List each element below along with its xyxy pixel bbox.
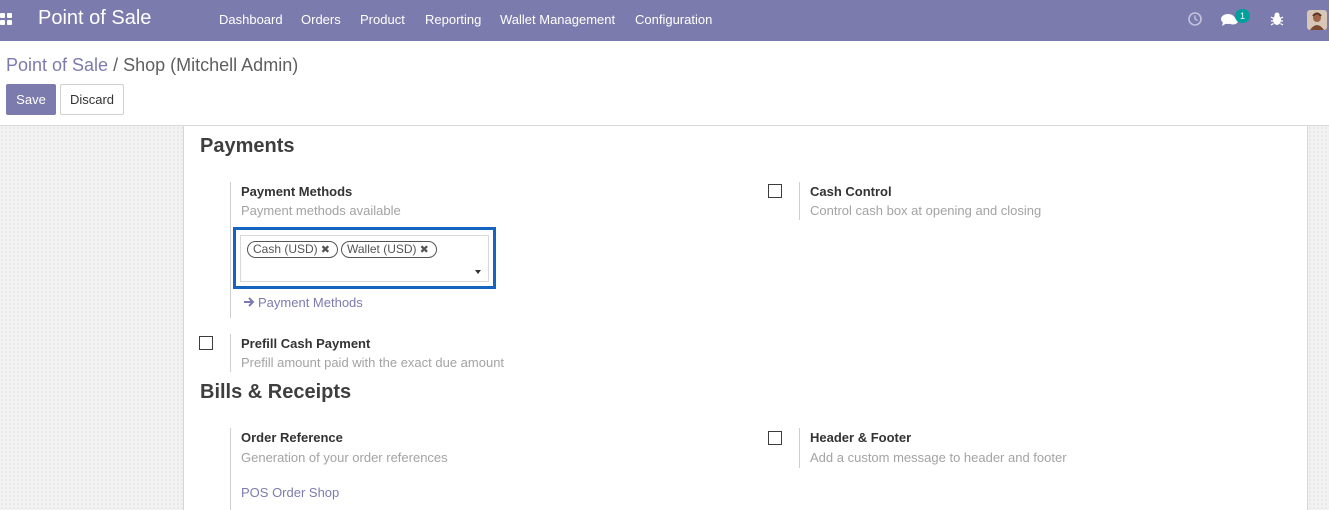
- payment-methods-label: Payment Methods: [241, 184, 353, 199]
- apps-grid-icon[interactable]: [0, 13, 13, 26]
- menu-reporting[interactable]: Reporting: [425, 12, 481, 27]
- top-navbar: Point of Sale Dashboard Orders Product R…: [0, 0, 1329, 41]
- remove-tag-icon[interactable]: ✖: [321, 244, 330, 256]
- breadcrumb-current: Shop (Mitchell Admin): [123, 55, 299, 75]
- section-title-payments: Payments: [200, 135, 295, 157]
- payment-methods-link[interactable]: Payment Methods: [258, 295, 363, 310]
- menu-orders[interactable]: Orders: [301, 12, 341, 27]
- cash-control-checkbox[interactable]: [768, 184, 782, 198]
- breadcrumb-root-link[interactable]: Point of Sale: [6, 55, 108, 75]
- setting-divider: [799, 428, 800, 468]
- payment-methods-help: Payment methods available: [241, 203, 401, 218]
- header-footer-checkbox[interactable]: [768, 431, 782, 445]
- order-reference-value[interactable]: POS Order Shop: [241, 485, 339, 500]
- bug-icon[interactable]: [1268, 10, 1288, 30]
- header-footer-label: Header & Footer: [810, 430, 912, 445]
- user-avatar[interactable]: [1307, 10, 1327, 30]
- app-title[interactable]: Point of Sale: [38, 7, 151, 30]
- order-reference-label: Order Reference: [241, 430, 343, 445]
- prefill-cash-payment-help: Prefill amount paid with the exact due a…: [241, 355, 505, 370]
- tag-label: Wallet (USD): [347, 242, 417, 256]
- save-button[interactable]: Save: [6, 84, 56, 115]
- tag-label: Cash (USD): [253, 242, 318, 256]
- breadcrumb: Point of Sale / Shop (Mitchell Admin): [6, 55, 298, 76]
- cash-control-label: Cash Control: [810, 184, 892, 199]
- setting-divider: [230, 428, 231, 510]
- header-footer-help: Add a custom message to header and foote…: [810, 450, 1067, 465]
- setting-divider: [799, 182, 800, 220]
- prefill-cash-payment-label: Prefill Cash Payment: [241, 336, 371, 351]
- setting-divider: [230, 182, 231, 318]
- order-reference-help: Generation of your order references: [241, 450, 448, 465]
- dropdown-caret-icon[interactable]: [475, 270, 481, 274]
- breadcrumb-separator-text: /: [113, 55, 119, 75]
- arrow-right-icon: [244, 297, 255, 307]
- section-title-bills-receipts: Bills & Receipts: [200, 381, 352, 403]
- setting-divider: [230, 334, 231, 372]
- breadcrumb-separator: /: [113, 55, 123, 75]
- prefill-cash-payment-checkbox[interactable]: [199, 336, 213, 350]
- tag-chip: Wallet (USD) ✖: [341, 241, 437, 258]
- messages-count-badge: 1: [1235, 9, 1250, 23]
- remove-tag-icon[interactable]: ✖: [420, 244, 429, 256]
- cash-control-help: Control cash box at opening and closing: [810, 203, 1042, 218]
- menu-dashboard[interactable]: Dashboard: [219, 12, 283, 27]
- menu-product[interactable]: Product: [360, 12, 405, 27]
- payment-methods-field[interactable]: Cash (USD) ✖ Wallet (USD) ✖: [240, 235, 489, 282]
- menu-wallet-management[interactable]: Wallet Management: [500, 12, 615, 27]
- menu-configuration[interactable]: Configuration: [635, 12, 712, 27]
- tag-chip: Cash (USD) ✖: [247, 241, 338, 258]
- discard-button[interactable]: Discard: [60, 84, 124, 115]
- clock-icon[interactable]: [1186, 10, 1206, 30]
